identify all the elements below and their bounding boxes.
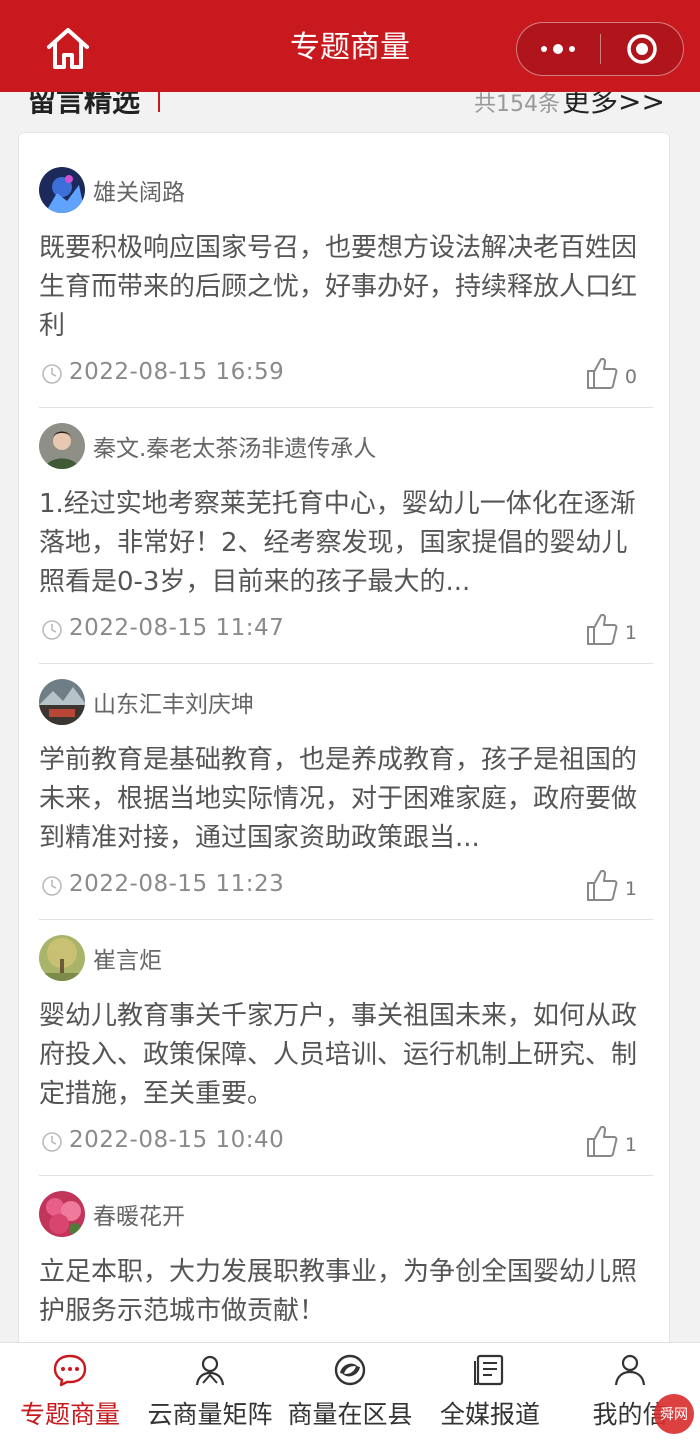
avatar [39, 423, 85, 469]
like-button[interactable]: 1 [585, 867, 637, 903]
divider [39, 407, 653, 408]
bottom-nav: 专题商量 云商量矩阵 商量在区县 全媒报道 我的信 [0, 1342, 700, 1440]
nav-item-cloud-matrix[interactable]: 云商量矩阵 [140, 1343, 280, 1440]
more-menu-button[interactable] [517, 23, 600, 75]
like-count: 0 [624, 366, 637, 388]
user-icon [614, 1354, 646, 1386]
list-item[interactable]: 雄关阔路 既要积极响应国家号召，也要想方设法解决老百姓因生育而带来的后顾之忧，好… [39, 167, 653, 407]
list-item[interactable]: 秦文.秦老太茶汤非遗传承人 1.经过实地考察莱芜托育中心，婴幼儿一体化在逐渐落地… [39, 423, 653, 663]
swirl-icon [334, 1354, 366, 1386]
target-close-icon [627, 34, 657, 64]
nav-label: 全媒报道 [439, 1400, 540, 1429]
nav-item-media-report[interactable]: 全媒报道 [420, 1343, 560, 1440]
thumbs-up-icon [586, 869, 618, 901]
comment-content: 既要积极响应国家号召，也要想方设法解决老百姓因生育而带来的后顾之忧，好事办好，持… [39, 233, 638, 341]
comment-meta: 2022-08-15 11:23 1 [39, 867, 653, 907]
title-bar: 专题商量 [0, 0, 700, 92]
thumbs-up-icon [586, 357, 618, 389]
comment-meta: 2022-08-15 10:40 1 [39, 1123, 653, 1163]
like-count: 1 [624, 622, 637, 644]
like-count: 1 [624, 1134, 637, 1156]
nav-item-district-consult[interactable]: 商量在区县 [280, 1343, 420, 1440]
like-button[interactable]: 0 [585, 355, 637, 391]
user-name: 秦文.秦老太茶汤非遗传承人 [93, 436, 377, 462]
close-mini-program-button[interactable] [601, 23, 684, 75]
thumbs-up-icon [586, 613, 618, 645]
people-icon [195, 1355, 225, 1386]
more-dots-icon [541, 44, 576, 54]
comment-meta: 2022-08-15 11:47 1 [39, 611, 653, 651]
clock-icon [42, 364, 62, 384]
comment-content: 1.经过实地考察莱芜托育中心，婴幼儿一体化在逐渐落地，非常好！2、经考察发现，国… [39, 489, 636, 597]
avatar [39, 1191, 85, 1237]
mini-program-capsule [516, 22, 684, 76]
comment-content: 立足本职，大力发展职教事业，为争创全国婴幼儿照护服务示范城市做贡献！ [39, 1257, 638, 1326]
divider [39, 919, 653, 920]
comment-meta: 2022-08-15 16:59 0 [39, 355, 653, 395]
comment-time: 2022-08-15 10:40 [69, 1127, 285, 1153]
nav-label: 商量在区县 [287, 1400, 413, 1429]
list-item[interactable]: 山东汇丰刘庆坤 学前教育是基础教育，也是养成教育，孩子是祖国的未来，根据当地实际… [39, 679, 653, 919]
nav-label: 云商量矩阵 [147, 1400, 273, 1429]
user-name: 崔言炬 [93, 948, 162, 974]
comment-list: 雄关阔路 既要积极响应国家号召，也要想方设法解决老百姓因生育而带来的后顾之忧，好… [18, 132, 670, 1432]
comment-content: 学前教育是基础教育，也是养成教育，孩子是祖国的未来，根据当地实际情况，对于困难家… [39, 745, 638, 853]
nav-label: 专题商量 [19, 1400, 120, 1429]
avatar [39, 167, 85, 213]
chat-bubble-icon [53, 1354, 87, 1387]
home-icon [47, 28, 89, 69]
like-button[interactable]: 1 [585, 611, 637, 647]
like-button[interactable]: 1 [585, 1123, 637, 1159]
nav-item-topic-consult[interactable]: 专题商量 [0, 1343, 140, 1440]
document-icon [474, 1354, 504, 1386]
list-item[interactable]: 崔言炬 婴幼儿教育事关千家万户，事关祖国未来，如何从政府投入、政策保障、人员培训… [39, 935, 653, 1175]
user-name: 山东汇丰刘庆坤 [93, 692, 254, 718]
like-count: 1 [624, 878, 637, 900]
divider [39, 1175, 653, 1176]
clock-icon [42, 876, 62, 896]
home-button[interactable] [42, 24, 94, 72]
thumbs-up-icon [586, 1125, 618, 1157]
user-name: 春暖花开 [93, 1204, 185, 1230]
site-watermark-logo: 舜网 [654, 1394, 694, 1434]
clock-icon [42, 1132, 62, 1152]
comment-content: 婴幼儿教育事关千家万户，事关祖国未来，如何从政府投入、政策保障、人员培训、运行机… [39, 1001, 638, 1109]
comment-time: 2022-08-15 11:47 [69, 615, 285, 641]
user-name: 雄关阔路 [93, 180, 185, 206]
comment-time: 2022-08-15 11:23 [69, 871, 285, 897]
clock-icon [42, 620, 62, 640]
comment-time: 2022-08-15 16:59 [69, 359, 285, 385]
divider [39, 663, 653, 664]
avatar [39, 935, 85, 981]
avatar [39, 679, 85, 725]
